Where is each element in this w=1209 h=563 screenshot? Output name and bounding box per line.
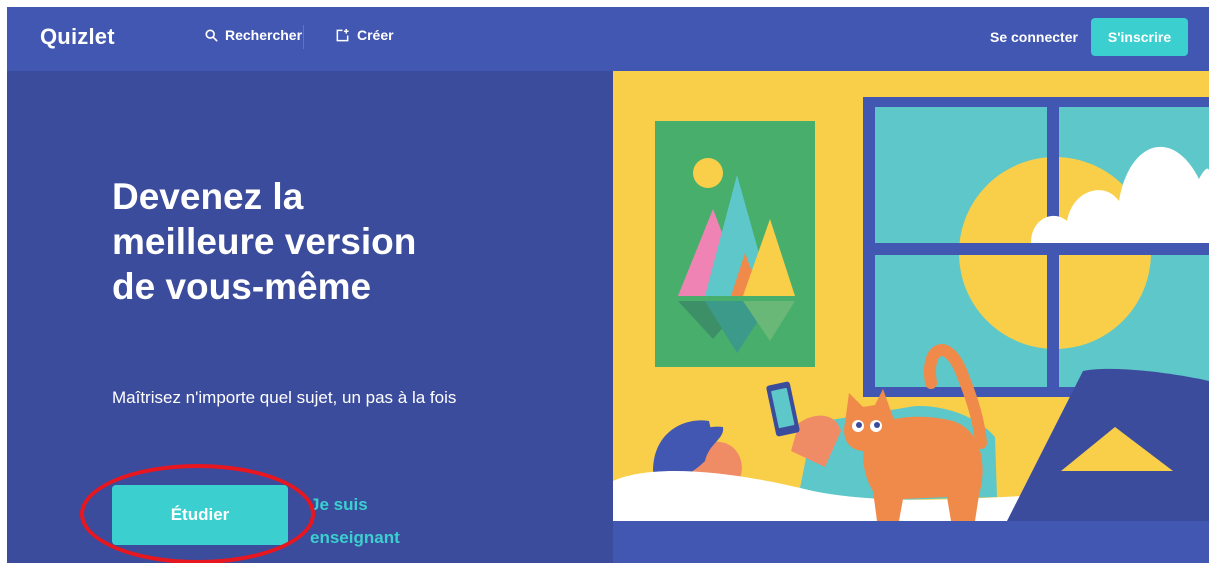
search-label: Rechercher bbox=[225, 27, 303, 43]
cat-pupil bbox=[874, 422, 880, 428]
search-button[interactable]: Rechercher bbox=[205, 27, 302, 43]
teacher-link-line: enseignant bbox=[310, 528, 400, 547]
headline-line: meilleure version bbox=[112, 221, 417, 262]
hero-headline: Devenez la meilleure version de vous-mêm… bbox=[112, 174, 492, 309]
top-navigation-bar: Quizlet Rechercher Créer Se connecter S'… bbox=[7, 7, 1209, 71]
study-button[interactable]: Étudier bbox=[112, 485, 288, 545]
window-transom bbox=[875, 243, 1209, 255]
illustration-bottom-strip bbox=[613, 521, 1209, 563]
page-frame: Quizlet Rechercher Créer Se connecter S'… bbox=[7, 7, 1209, 563]
create-label: Créer bbox=[357, 27, 394, 43]
cat-pupil bbox=[856, 422, 862, 428]
search-icon bbox=[205, 28, 218, 42]
headline-line: Devenez la bbox=[112, 176, 304, 217]
teacher-link-line: Je suis bbox=[310, 495, 368, 514]
login-link[interactable]: Se connecter bbox=[990, 29, 1078, 45]
teacher-link[interactable]: Je suis enseignant bbox=[310, 488, 400, 554]
headline-line: de vous-même bbox=[112, 266, 372, 307]
hero-subtitle: Maîtrisez n'importe quel sujet, un pas à… bbox=[112, 388, 457, 407]
quizlet-logo[interactable]: Quizlet bbox=[40, 24, 115, 50]
nav-divider bbox=[303, 25, 304, 49]
create-set-icon bbox=[336, 28, 349, 41]
create-button[interactable]: Créer bbox=[335, 27, 394, 43]
signup-button[interactable]: S'inscrire bbox=[1091, 18, 1188, 56]
poster-sun bbox=[693, 158, 723, 188]
hero-illustration bbox=[613, 71, 1209, 521]
